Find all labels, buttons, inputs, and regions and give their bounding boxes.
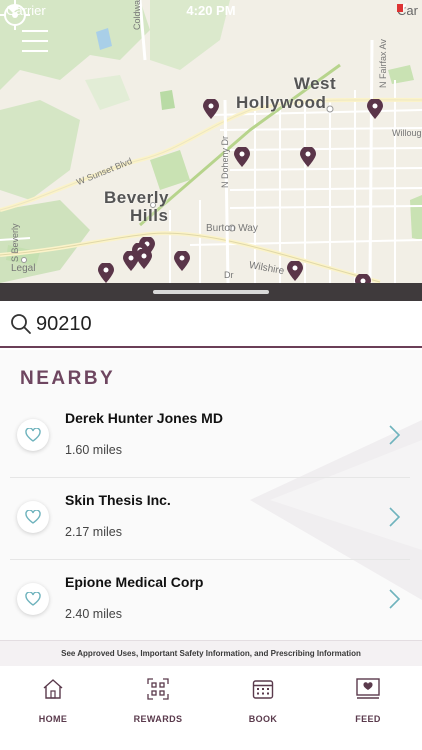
drawer-bar xyxy=(0,283,422,301)
result-item[interactable]: Derek Hunter Jones MD 1.60 miles xyxy=(10,398,410,478)
menu-icon-line xyxy=(22,40,48,42)
tab-feed[interactable]: FEED xyxy=(328,678,408,724)
result-item[interactable]: Skin Thesis Inc. 2.17 miles xyxy=(10,480,410,560)
map-pin-icon[interactable] xyxy=(174,251,190,271)
tab-home[interactable]: HOME xyxy=(13,678,93,724)
result-item[interactable]: Epione Medical Corp 2.40 miles xyxy=(10,562,410,640)
tab-bar: HOME REWARDS BOOK FEED xyxy=(0,666,422,750)
results-panel: NEARBY Derek Hunter Jones MD 1.60 miles … xyxy=(0,350,422,640)
tab-book[interactable]: BOOK xyxy=(223,678,303,724)
map-label-burton: Burton Way xyxy=(206,223,258,234)
menu-icon-line xyxy=(22,30,48,32)
heart-icon xyxy=(25,428,41,442)
chevron-right-icon xyxy=(389,589,401,609)
map-label-west: West xyxy=(293,74,337,93)
map-label-fairfax: N Fairfax Av xyxy=(378,39,388,88)
nearby-heading: NEARBY xyxy=(20,368,116,389)
tab-book-label: BOOK xyxy=(248,714,278,724)
chevron-right-icon xyxy=(389,425,401,445)
tab-rewards[interactable]: REWARDS xyxy=(118,678,198,724)
qr-code-icon xyxy=(147,678,169,700)
heart-icon xyxy=(25,510,41,524)
map-legal-link[interactable]: Legal xyxy=(11,263,35,274)
map-pin-icon[interactable] xyxy=(355,274,371,283)
map-label-hollywood: Hollywood xyxy=(236,93,327,112)
map-view[interactable]: Carrier 4:20 PM Car West Hollywood Bever… xyxy=(0,0,422,283)
map-pin-icon[interactable] xyxy=(234,147,250,167)
search-icon xyxy=(11,314,31,334)
map-label-dr: Dr xyxy=(224,270,234,280)
chevron-right-icon xyxy=(389,507,401,527)
map-canvas[interactable] xyxy=(0,0,422,283)
favorite-button[interactable] xyxy=(17,501,49,533)
map-pin-icon[interactable] xyxy=(287,261,303,281)
map-pin-icon[interactable] xyxy=(203,99,219,119)
tab-rewards-label: REWARDS xyxy=(133,714,183,724)
map-pin-icon[interactable] xyxy=(300,147,316,167)
feed-icon xyxy=(356,678,380,699)
map-label-coldwater: Coldwater Ca xyxy=(132,0,142,30)
favorite-button[interactable] xyxy=(17,583,49,615)
tab-home-label: HOME xyxy=(38,714,68,724)
search-input[interactable] xyxy=(36,309,406,339)
home-icon xyxy=(43,679,63,699)
result-name: Derek Hunter Jones MD xyxy=(65,410,223,426)
result-distance: 2.40 miles xyxy=(65,607,122,621)
map-label-beverly: Beverly xyxy=(104,188,169,207)
drawer-drag-handle[interactable] xyxy=(153,290,269,294)
result-distance: 1.60 miles xyxy=(65,443,122,457)
menu-icon-line xyxy=(22,50,48,52)
search-bar xyxy=(0,301,422,348)
tab-feed-label: FEED xyxy=(355,714,381,724)
status-right: Car xyxy=(397,3,418,18)
favorite-button[interactable] xyxy=(17,419,49,451)
locate-me-icon[interactable] xyxy=(0,0,30,30)
result-name: Epione Medical Corp xyxy=(65,574,204,590)
map-label-doheny: N Doheny Dr xyxy=(220,135,230,188)
map-label-s-beverly: S Beverly xyxy=(10,223,20,262)
safety-info-link[interactable]: See Approved Uses, Important Safety Info… xyxy=(0,640,422,666)
result-name: Skin Thesis Inc. xyxy=(65,492,171,508)
calendar-icon xyxy=(252,680,274,699)
status-bar: Carrier 4:20 PM Car xyxy=(0,0,422,22)
map-label-willough: Willoug xyxy=(392,128,422,138)
battery-icon xyxy=(397,4,404,12)
map-pin-icon[interactable] xyxy=(367,99,383,119)
heart-icon xyxy=(25,592,41,606)
map-pin-icon[interactable] xyxy=(98,263,114,283)
status-time: 4:20 PM xyxy=(186,3,236,18)
result-distance: 2.17 miles xyxy=(65,525,122,539)
menu-button[interactable] xyxy=(22,30,48,52)
map-pin-icon[interactable] xyxy=(123,251,139,271)
map-label-hills: Hills xyxy=(130,206,169,225)
